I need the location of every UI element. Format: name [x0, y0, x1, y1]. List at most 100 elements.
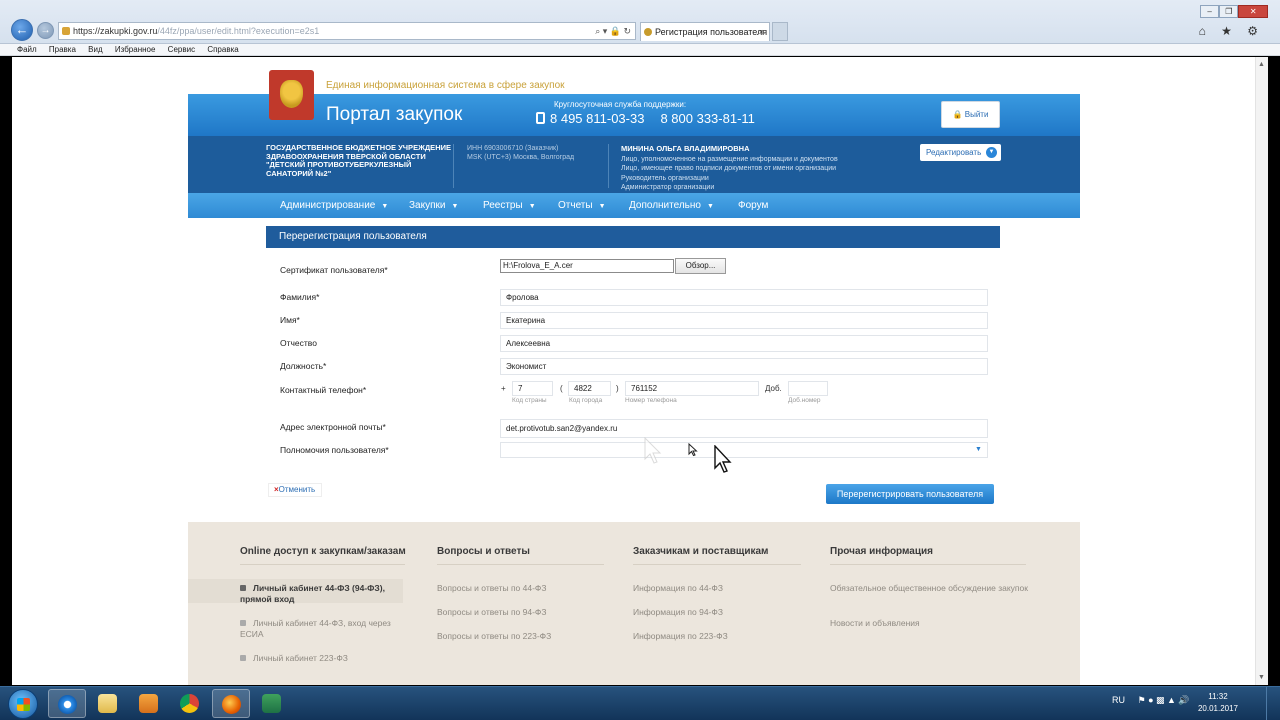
email-field[interactable]: det.protivotub.san2@yandex.ru: [500, 419, 988, 438]
nav-registries[interactable]: Реестры ▼: [483, 193, 536, 219]
footer-link[interactable]: Информация по 223-ФЗ: [633, 631, 728, 642]
certificate-label: Сертификат пользователя*: [280, 265, 388, 275]
chevron-down-icon[interactable]: ▼: [973, 445, 984, 455]
system-clock[interactable]: 11:32 20.01.2017: [1198, 691, 1238, 715]
windows-taskbar: RU ⚑ ● ▩ ▲ 🔊 11:32 20.01.2017: [0, 686, 1280, 720]
patronymic-field[interactable]: Алексеевна: [500, 335, 988, 352]
footer-col-title: Прочая информация: [830, 546, 933, 557]
email-label: Адрес электронной почты*: [280, 422, 386, 432]
address-actions-icon[interactable]: ⌕ ▾ 🔒 ↻: [591, 23, 631, 39]
footer-link[interactable]: Вопросы и ответы по 223-ФЗ: [437, 631, 551, 642]
organization-inn: ИНН 6903006710 (Заказчик) MSK (UTC+3) Мо…: [467, 144, 574, 162]
address-bar[interactable]: https://zakupki.gov.ru/44fz/ppa/user/edi…: [58, 22, 636, 40]
menu-edit[interactable]: Правка: [49, 45, 76, 54]
lock-icon: [240, 585, 246, 591]
media-player-icon[interactable]: [130, 689, 168, 718]
tab-close-icon[interactable]: ×: [759, 23, 764, 41]
organization-name: Государственное бюджетное учреждение здр…: [266, 143, 451, 178]
vertical-scrollbar[interactable]: ▲ ▼: [1255, 57, 1268, 685]
nav-reports[interactable]: Отчеты ▼: [558, 193, 606, 219]
portal-header: Портал закупок Круглосуточная служба под…: [188, 94, 1080, 136]
scroll-up-icon[interactable]: ▲: [1258, 61, 1265, 68]
name-label: Имя*: [280, 315, 300, 325]
tab-favicon-icon: [644, 28, 652, 36]
scroll-down-icon[interactable]: ▼: [1258, 674, 1265, 681]
system-tray: RU ⚑ ● ▩ ▲ 🔊: [1112, 695, 1190, 706]
footer-link[interactable]: Информация по 44-ФЗ: [633, 583, 723, 594]
tab-title: Регистрация пользователя: [655, 27, 768, 37]
footer-link[interactable]: Личный кабинет 44-ФЗ (94-ФЗ), прямой вхо…: [240, 583, 410, 605]
forward-button[interactable]: →: [37, 22, 54, 39]
phone-ext-field[interactable]: [788, 381, 828, 396]
phone-close-paren: ): [616, 384, 619, 393]
phone-number-field[interactable]: 761152: [625, 381, 759, 396]
back-button[interactable]: ←: [11, 19, 33, 41]
hint-phone-number: Номер телефона: [625, 397, 677, 404]
name-field[interactable]: Екатерина: [500, 312, 988, 329]
footer-link[interactable]: Личный кабинет 44-ФЗ, вход через ЕСИА: [240, 618, 410, 640]
surname-field[interactable]: Фролова: [500, 289, 988, 306]
certificate-file-input[interactable]: H:\Frolova_E_A.cer: [500, 259, 674, 273]
nav-purchases[interactable]: Закупки ▼: [409, 193, 458, 219]
phone-country-field[interactable]: 7: [512, 381, 553, 396]
show-desktop-button[interactable]: [1266, 687, 1280, 720]
file-explorer-icon[interactable]: [89, 689, 127, 718]
clock-date: 20.01.2017: [1197, 704, 1238, 713]
position-field[interactable]: Экономист: [500, 358, 988, 375]
new-tab-button[interactable]: [772, 22, 788, 41]
nav-administration[interactable]: Администрирование ▼: [280, 193, 388, 219]
url-main: https://zakupki.gov.ru: [73, 26, 158, 36]
support-phone-2: 8 800 333-81-11: [660, 111, 755, 126]
tray-icons[interactable]: ⚑ ● ▩ ▲ 🔊: [1138, 695, 1190, 705]
home-favorites-settings-icon[interactable]: ⌂ ★ ⚙: [1199, 24, 1264, 38]
internet-explorer-icon[interactable]: [48, 689, 86, 718]
nav-additional[interactable]: Дополнительно ▼: [629, 193, 714, 219]
divider: [608, 144, 609, 188]
edit-button[interactable]: Редактировать ▼: [920, 144, 1001, 161]
footer-link[interactable]: Личный кабинет 223-ФЗ: [240, 653, 410, 664]
phone-city-field[interactable]: 4822: [568, 381, 611, 396]
user-info: МИНИНА ОЛЬГА ВЛАДИМИРОВНА Лицо, уполномо…: [621, 144, 838, 193]
phone-ext-label: Доб.: [765, 384, 782, 393]
minimize-button[interactable]: –: [1200, 5, 1220, 18]
nav-forum[interactable]: Форум: [738, 193, 768, 218]
logout-button[interactable]: 🔒 Выйти: [941, 101, 1000, 128]
phone-plus: +: [501, 384, 506, 393]
footer-link[interactable]: Новости и объявления: [830, 618, 920, 629]
menu-file[interactable]: Файл: [17, 45, 37, 54]
site-tagline: Единая информационная система в сфере за…: [326, 80, 565, 91]
browser-tab-active[interactable]: Регистрация пользователя ×: [640, 22, 770, 41]
language-indicator[interactable]: RU: [1112, 695, 1125, 705]
footer-link[interactable]: Обязательное общественное обсуждение зак…: [830, 583, 1030, 594]
excel-icon[interactable]: [253, 689, 291, 718]
user-name: МИНИНА ОЛЬГА ВЛАДИМИРОВНА: [621, 144, 750, 153]
footer-link[interactable]: Вопросы и ответы по 44-ФЗ: [437, 583, 547, 594]
start-button[interactable]: [8, 689, 38, 719]
menu-favorites[interactable]: Избранное: [115, 45, 156, 54]
rights-select[interactable]: ▼: [500, 442, 988, 458]
browse-button[interactable]: Обзор...: [675, 258, 726, 274]
chevron-down-icon: ▼: [451, 203, 459, 210]
menu-tools[interactable]: Сервис: [168, 45, 195, 54]
logout-label: Выйти: [964, 110, 989, 119]
menu-help[interactable]: Справка: [207, 45, 238, 54]
reregister-button[interactable]: Перерегистрировать пользователя: [826, 484, 994, 504]
cancel-label: Отменить: [278, 485, 316, 494]
user-role: Руководитель организации: [621, 174, 709, 182]
support-phones: 8 495 811-03-33 8 800 333-81-11: [536, 111, 755, 126]
coat-of-arms-icon[interactable]: [269, 70, 314, 120]
firefox-icon[interactable]: [212, 689, 250, 718]
edit-label: Редактировать: [926, 148, 982, 157]
close-window-button[interactable]: ✕: [1238, 5, 1268, 18]
browser-toolbar: ← → https://zakupki.gov.ru/44fz/ppa/user…: [0, 0, 1280, 44]
menu-view[interactable]: Вид: [88, 45, 102, 54]
cancel-link[interactable]: ×Отменить: [268, 483, 322, 497]
footer-link[interactable]: Вопросы и ответы по 94-ФЗ: [437, 607, 547, 618]
main-navigation: Администрирование ▼ Закупки ▼ Реестры ▼ Отч…: [188, 193, 1080, 218]
maximize-button[interactable]: ❐: [1219, 5, 1239, 18]
divider: [240, 564, 405, 565]
chrome-icon[interactable]: [171, 689, 209, 718]
portal-title[interactable]: Портал закупок: [326, 104, 462, 126]
phone-icon: [536, 112, 545, 124]
footer-link[interactable]: Информация по 94-ФЗ: [633, 607, 723, 618]
